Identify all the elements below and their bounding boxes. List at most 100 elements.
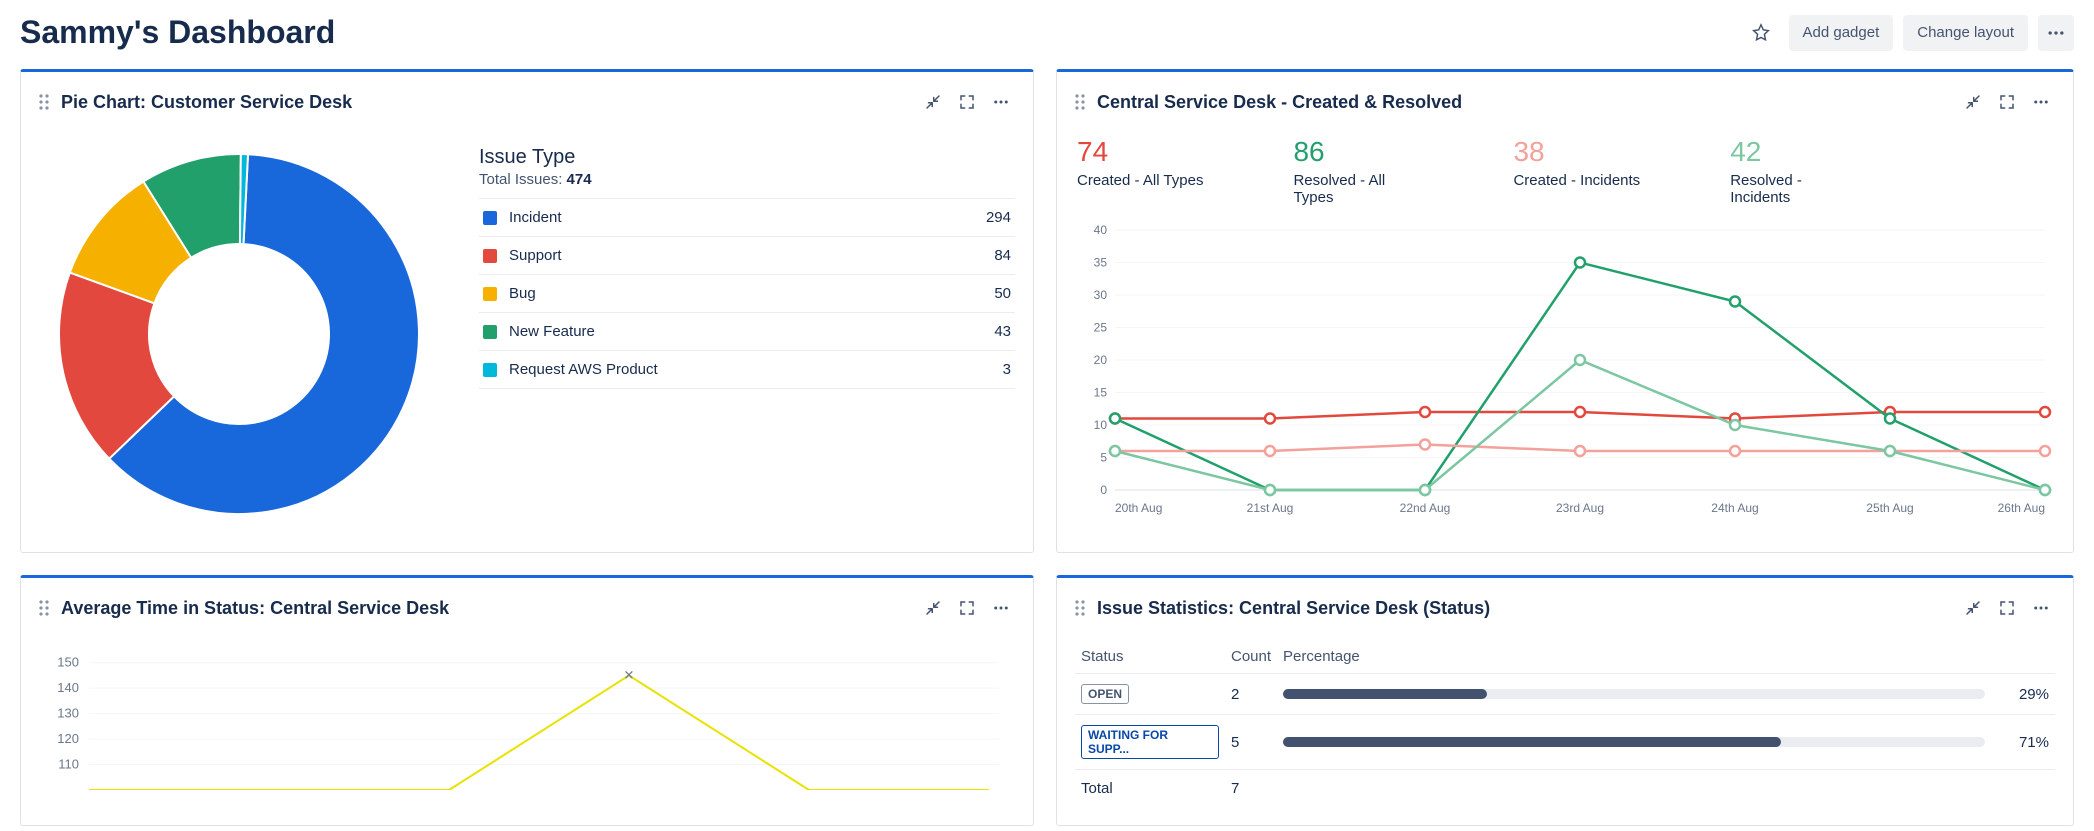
legend-row[interactable]: New Feature 43 (479, 312, 1015, 350)
svg-text:26th Aug: 26th Aug (1998, 501, 2045, 515)
summary-stat: 38 Created - Incidents (1513, 138, 1640, 206)
svg-text:110: 110 (58, 757, 79, 772)
legend-label: Incident (509, 209, 974, 226)
svg-text:22nd Aug: 22nd Aug (1400, 501, 1451, 515)
svg-text:20: 20 (1094, 353, 1108, 367)
legend-value: 50 (994, 285, 1011, 302)
legend-subtitle: Total Issues: 474 (479, 171, 1015, 188)
total-row: Total 7 (1075, 770, 2055, 808)
legend-value: 294 (986, 209, 1011, 226)
stat-value: 86 (1293, 138, 1423, 166)
gadget-title: Average Time in Status: Central Service … (61, 598, 449, 619)
more-icon[interactable] (985, 86, 1017, 118)
stat-value: 74 (1077, 138, 1203, 166)
gadget-title: Issue Statistics: Central Service Desk (… (1097, 598, 1490, 619)
svg-text:25: 25 (1094, 321, 1108, 335)
total-label: Total (1075, 770, 1225, 808)
avg-time-chart: 110 120 130 140 150 ✕ (39, 640, 999, 790)
svg-text:5: 5 (1100, 451, 1107, 465)
svg-text:150: 150 (57, 655, 79, 670)
legend-label: Request AWS Product (509, 361, 991, 378)
issue-stats-table: Status Count Percentage OPEN 2 29%WAITIN… (1075, 640, 2055, 807)
legend-value: 84 (994, 247, 1011, 264)
table-row[interactable]: WAITING FOR SUPP... 5 71% (1075, 715, 2055, 770)
gadget-issue-statistics: Issue Statistics: Central Service Desk (… (1056, 575, 2074, 826)
stat-label: Created - All Types (1077, 172, 1203, 189)
expand-icon[interactable] (951, 86, 983, 118)
legend-row[interactable]: Support 84 (479, 236, 1015, 274)
svg-text:40: 40 (1094, 223, 1108, 237)
col-percentage: Percentage (1277, 640, 2055, 674)
svg-text:10: 10 (1094, 418, 1108, 432)
expand-icon[interactable] (951, 592, 983, 624)
minimize-icon[interactable] (1957, 86, 1989, 118)
total-count: 7 (1225, 770, 1277, 808)
stat-label: Resolved - Incidents (1730, 172, 1860, 206)
drag-handle-icon[interactable] (1073, 598, 1087, 618)
minimize-icon[interactable] (917, 86, 949, 118)
star-icon[interactable] (1743, 15, 1779, 51)
more-icon[interactable] (2038, 15, 2074, 51)
svg-text:✕: ✕ (624, 667, 635, 682)
minimize-icon[interactable] (917, 592, 949, 624)
legend-row[interactable]: Request AWS Product 3 (479, 350, 1015, 389)
svg-text:25th Aug: 25th Aug (1866, 501, 1913, 515)
legend-swatch (483, 325, 497, 339)
svg-text:140: 140 (57, 680, 79, 695)
legend-swatch (483, 211, 497, 225)
svg-text:120: 120 (57, 731, 79, 746)
table-row[interactable]: OPEN 2 29% (1075, 674, 2055, 715)
legend-title: Issue Type (479, 146, 1015, 169)
legend-label: New Feature (509, 323, 982, 340)
legend-label: Bug (509, 285, 982, 302)
add-gadget-button[interactable]: Add gadget (1789, 15, 1894, 51)
line-chart: 051015202530354020th Aug21st Aug22nd Aug… (1075, 220, 2055, 520)
drag-handle-icon[interactable] (37, 598, 51, 618)
svg-text:20th Aug: 20th Aug (1115, 501, 1162, 515)
legend-value: 3 (1003, 361, 1011, 378)
more-icon[interactable] (2025, 86, 2057, 118)
count-cell: 5 (1225, 715, 1277, 770)
col-count: Count (1225, 640, 1277, 674)
change-layout-button[interactable]: Change layout (1903, 15, 2028, 51)
summary-stat: 42 Resolved - Incidents (1730, 138, 1860, 206)
svg-text:0: 0 (1100, 483, 1107, 497)
legend-label: Support (509, 247, 982, 264)
donut-chart (39, 134, 439, 534)
legend-swatch (483, 287, 497, 301)
summary-stat: 74 Created - All Types (1077, 138, 1203, 206)
legend-row[interactable]: Incident 294 (479, 198, 1015, 236)
svg-text:21st Aug: 21st Aug (1247, 501, 1294, 515)
stat-value: 42 (1730, 138, 1860, 166)
expand-icon[interactable] (1991, 592, 2023, 624)
percentage-value: 71% (2003, 734, 2049, 751)
svg-text:23rd Aug: 23rd Aug (1556, 501, 1604, 515)
col-status: Status (1075, 640, 1225, 674)
gadget-title: Central Service Desk - Created & Resolve… (1097, 92, 1462, 113)
percentage-bar (1283, 737, 1985, 747)
more-icon[interactable] (985, 592, 1017, 624)
gadget-avg-time: Average Time in Status: Central Service … (20, 575, 1034, 826)
legend-swatch (483, 249, 497, 263)
more-icon[interactable] (2025, 592, 2057, 624)
gadget-title: Pie Chart: Customer Service Desk (61, 92, 352, 113)
count-cell: 2 (1225, 674, 1277, 715)
page-title: Sammy's Dashboard (20, 14, 335, 51)
stat-value: 38 (1513, 138, 1640, 166)
legend-row[interactable]: Bug 50 (479, 274, 1015, 312)
drag-handle-icon[interactable] (37, 92, 51, 112)
gadget-pie-chart: Pie Chart: Customer Service Desk Issue T… (20, 69, 1034, 553)
svg-text:130: 130 (57, 706, 79, 721)
summary-stat: 86 Resolved - All Types (1293, 138, 1423, 206)
stat-label: Created - Incidents (1513, 172, 1640, 189)
drag-handle-icon[interactable] (1073, 92, 1087, 112)
stat-label: Resolved - All Types (1293, 172, 1423, 206)
svg-text:15: 15 (1094, 386, 1108, 400)
expand-icon[interactable] (1991, 86, 2023, 118)
svg-text:24th Aug: 24th Aug (1711, 501, 1758, 515)
legend-swatch (483, 363, 497, 377)
gadget-created-resolved: Central Service Desk - Created & Resolve… (1056, 69, 2074, 553)
minimize-icon[interactable] (1957, 592, 1989, 624)
svg-text:30: 30 (1094, 288, 1108, 302)
status-badge: OPEN (1081, 684, 1129, 704)
